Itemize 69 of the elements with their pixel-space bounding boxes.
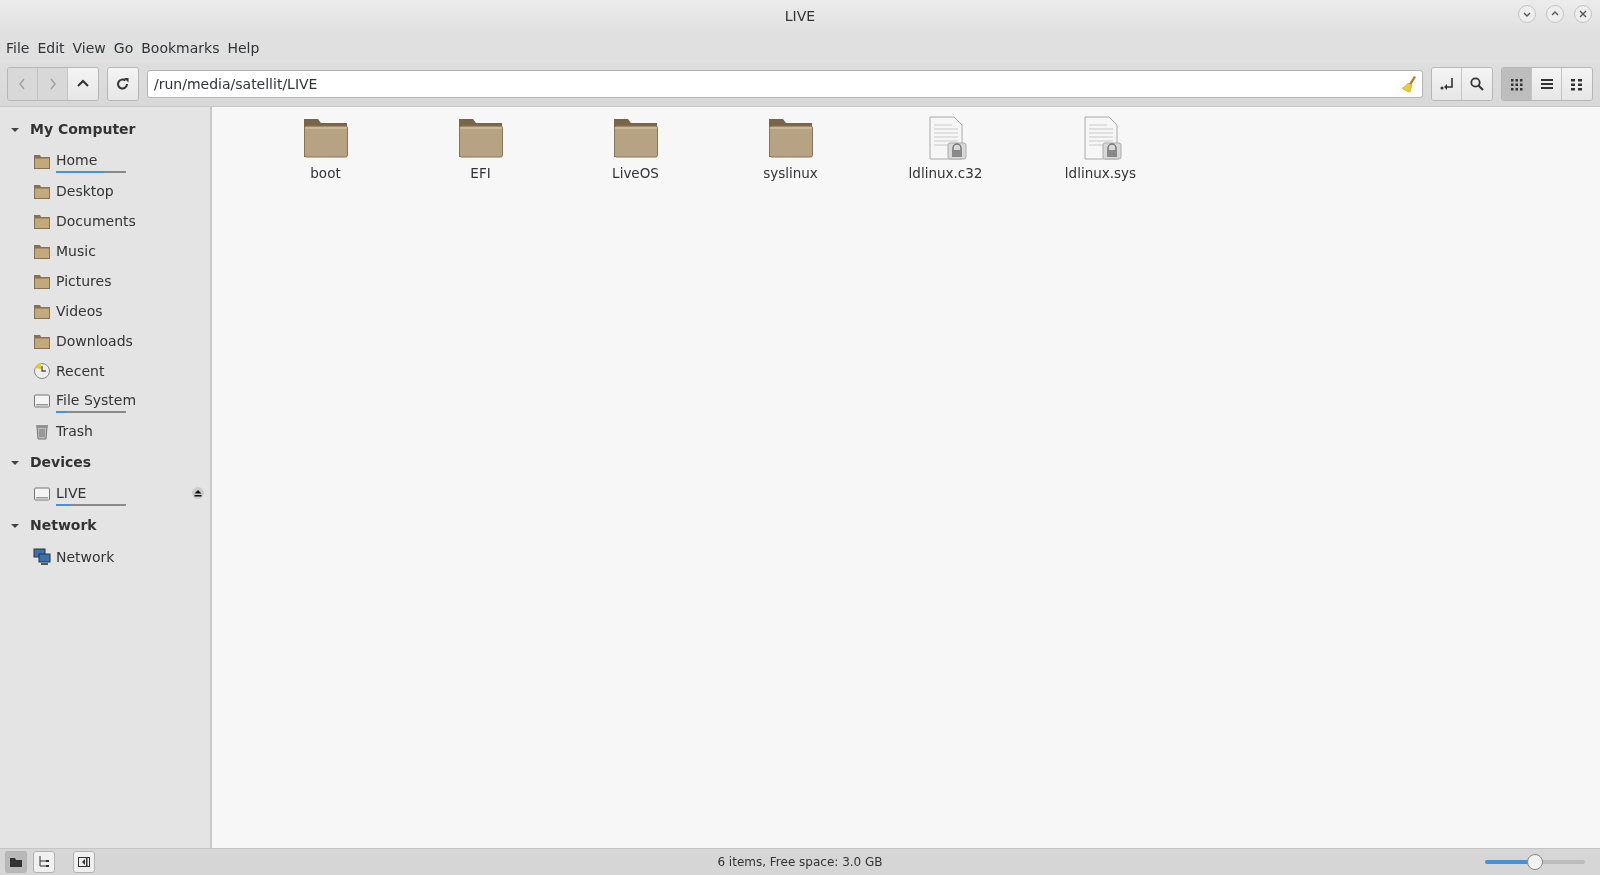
- sidebar-item[interactable]: Home: [56, 149, 126, 171]
- clear-icon[interactable]: [1401, 75, 1417, 93]
- file-name[interactable]: boot: [310, 163, 341, 184]
- search-icon: [1469, 76, 1485, 92]
- folder-icon: [33, 182, 51, 200]
- trash-icon: [33, 422, 51, 440]
- sidebar-icon: [77, 855, 91, 869]
- eject-icon[interactable]: [192, 487, 204, 499]
- folder-icon: [33, 242, 51, 260]
- view-compact-button[interactable]: [1562, 68, 1592, 100]
- menu-item[interactable]: File: [2, 36, 34, 61]
- sidebar-item[interactable]: Documents: [56, 210, 136, 232]
- location-field[interactable]: /run/media/satellit/LIVE: [147, 70, 1423, 98]
- up-button[interactable]: [68, 68, 98, 100]
- close-icon: [1578, 9, 1588, 19]
- view-list-button[interactable]: [1532, 68, 1562, 100]
- folder-icon: [33, 272, 51, 290]
- status-text: 6 items, Free space: 3.0 GB: [717, 855, 883, 869]
- folder-icon: [33, 302, 51, 320]
- file-name[interactable]: ldlinux.c32: [908, 163, 983, 184]
- usage-bar: [56, 170, 126, 173]
- slider-handle[interactable]: [1527, 854, 1543, 870]
- sidebar-item[interactable]: Videos: [56, 300, 103, 322]
- sidebar-item[interactable]: Recent: [56, 360, 105, 382]
- drive-icon: [33, 392, 51, 410]
- network-icon: [33, 548, 51, 566]
- sidebar-item[interactable]: Music: [56, 240, 96, 262]
- usage-bar: [56, 503, 126, 506]
- tree-button[interactable]: [33, 851, 55, 873]
- folder-icon: [33, 152, 51, 170]
- toggle-location-button[interactable]: [1432, 68, 1462, 100]
- compact-icon: [1569, 76, 1585, 92]
- drive-icon: [33, 485, 51, 503]
- places-button[interactable]: [5, 851, 27, 873]
- reload-icon: [115, 76, 131, 92]
- clock-icon: [33, 362, 51, 380]
- sidebar-item[interactable]: Network: [56, 546, 115, 568]
- usage-bar: [56, 410, 126, 413]
- grid-icon: [1508, 76, 1525, 92]
- section-heading: Devices: [30, 453, 92, 472]
- sidebar-item[interactable]: Desktop: [56, 180, 114, 202]
- sidebar-item[interactable]: LIVE: [56, 482, 126, 504]
- sidebar-item[interactable]: File System: [56, 389, 137, 411]
- file-name[interactable]: syslinux: [763, 163, 818, 184]
- menu-item[interactable]: View: [68, 36, 110, 61]
- menu-item[interactable]: Edit: [33, 36, 69, 61]
- close-button[interactable]: [1574, 5, 1592, 23]
- menu-item[interactable]: Go: [109, 36, 138, 61]
- file-name[interactable]: LiveOS: [612, 163, 659, 184]
- sidebar-item[interactable]: Trash: [56, 420, 93, 442]
- menu-item[interactable]: Help: [223, 36, 264, 61]
- tree-icon: [37, 855, 51, 869]
- folder-icon: [33, 212, 51, 230]
- toggle-sidebar-button[interactable]: [73, 851, 95, 873]
- sidebar-item[interactable]: Downloads: [56, 330, 133, 352]
- reload-button[interactable]: [108, 68, 138, 100]
- window-title: LIVE: [784, 6, 816, 26]
- menu-item[interactable]: Bookmarks: [137, 36, 224, 61]
- search-button[interactable]: [1462, 68, 1492, 100]
- section-heading: Network: [30, 516, 97, 535]
- list-icon: [1538, 76, 1555, 92]
- file-name[interactable]: ldlinux.sys: [1064, 163, 1137, 184]
- section-heading: My Computer: [30, 120, 136, 139]
- file-name[interactable]: EFI: [470, 163, 491, 184]
- view-icons-button[interactable]: [1502, 68, 1532, 100]
- return-icon: [1438, 76, 1455, 92]
- sidebar-item[interactable]: Pictures: [56, 270, 112, 292]
- folder-icon: [33, 332, 51, 350]
- folder-icon: [9, 855, 23, 869]
